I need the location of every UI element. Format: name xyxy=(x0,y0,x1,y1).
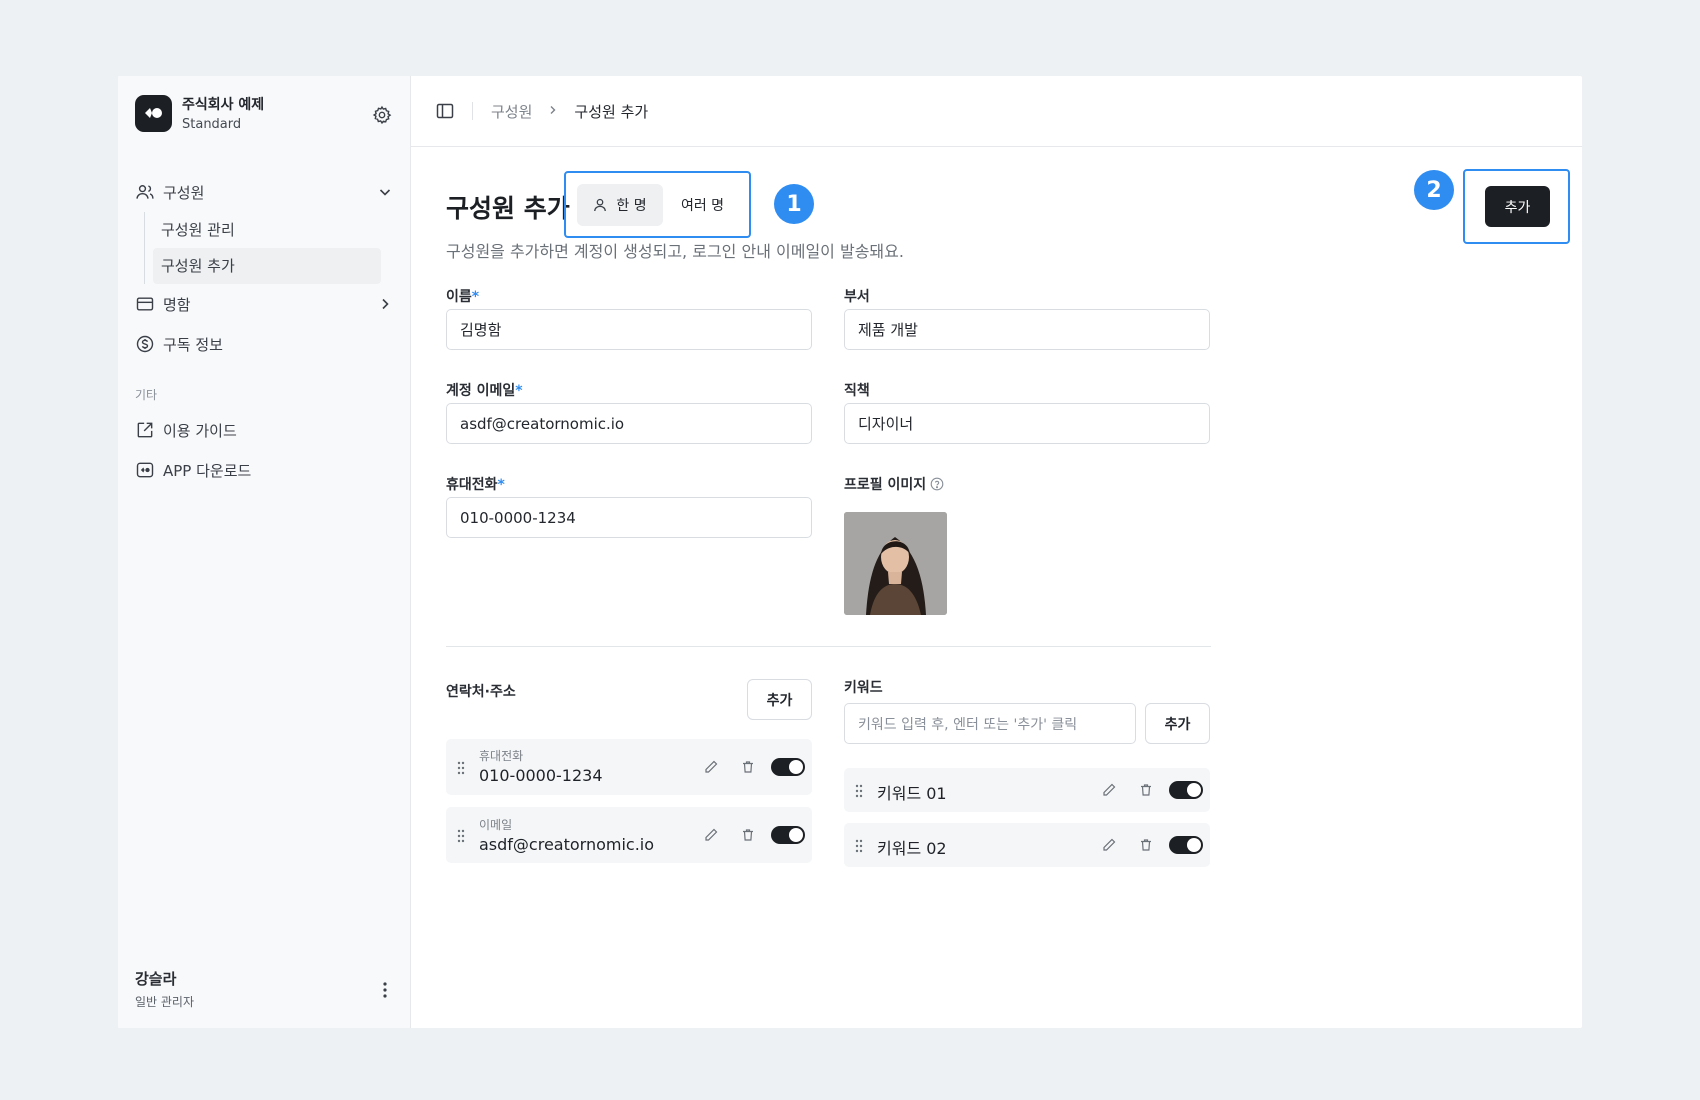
sidebar-item-label: APP 다운로드 xyxy=(163,461,252,480)
mode-toggle: 한 명 여러 명 xyxy=(577,184,742,226)
user-role: 일반 관리자 xyxy=(135,995,195,1009)
main-content: 구성원 구성원 추가 구성원 추가 한 명 여러 명 1 2 추가 구성원을 추… xyxy=(411,76,1582,1028)
annotation-badge-2: 2 xyxy=(1414,170,1454,210)
contact-item: 휴대전화 010-0000-1234 xyxy=(446,739,812,795)
keyword-item: 키워드 02 xyxy=(844,823,1210,867)
position-input[interactable]: 디자이너 xyxy=(844,403,1210,444)
help-icon[interactable] xyxy=(930,477,944,491)
trash-icon[interactable] xyxy=(1138,837,1154,853)
more-vertical-icon[interactable] xyxy=(383,982,387,998)
phone-input[interactable]: 010-0000-1234 xyxy=(446,497,812,538)
pencil-icon[interactable] xyxy=(703,759,719,775)
contact-type: 휴대전화 xyxy=(479,749,524,763)
department-input[interactable]: 제품 개발 xyxy=(844,309,1210,350)
sidebar-item-label: 구성원 xyxy=(163,183,205,202)
add-member-button[interactable]: 추가 xyxy=(1485,186,1550,227)
email-input[interactable]: asdf@creatornomic.io xyxy=(446,403,812,444)
chevron-right-icon xyxy=(377,296,393,312)
chevron-right-icon xyxy=(548,103,558,119)
sidebar-item-guide[interactable]: 이용 가이드 xyxy=(135,410,395,450)
sidebar: 주식회사 예제 Standard 구성원 구성원 관리 구성원 추가 명함 구독… xyxy=(118,76,411,1028)
add-button-highlight: 추가 xyxy=(1463,169,1570,244)
contact-value: asdf@creatornomic.io xyxy=(479,835,655,854)
keyword-visibility-toggle[interactable] xyxy=(1169,781,1203,799)
mode-multi-button[interactable]: 여러 명 xyxy=(663,184,742,226)
add-contact-button[interactable]: 추가 xyxy=(747,679,812,720)
department-label: 부서 xyxy=(844,289,870,305)
keyword-value: 키워드 02 xyxy=(877,839,947,858)
pencil-icon[interactable] xyxy=(703,827,719,843)
keywords-label: 키워드 xyxy=(844,680,883,696)
keyword-item: 키워드 01 xyxy=(844,768,1210,812)
photo-label: 프로필 이미지 xyxy=(844,474,944,494)
keyword-visibility-toggle[interactable] xyxy=(1169,836,1203,854)
company-name: 주식회사 예제 xyxy=(182,97,265,113)
company-logo-icon xyxy=(135,94,172,132)
keyword-value: 키워드 01 xyxy=(877,784,947,803)
annotation-badge-1: 1 xyxy=(774,184,814,224)
trash-icon[interactable] xyxy=(740,827,756,843)
members-subnav: 구성원 관리 구성원 추가 xyxy=(144,212,395,284)
sidebar-subitem-manage[interactable]: 구성원 관리 xyxy=(161,212,381,248)
contacts-label: 연락처·주소 xyxy=(446,684,516,700)
contact-visibility-toggle[interactable] xyxy=(771,826,805,844)
sidebar-item-label: 이용 가이드 xyxy=(163,421,237,440)
drag-handle-icon[interactable] xyxy=(855,783,863,798)
contact-type: 이메일 xyxy=(479,818,513,832)
sidebar-item-subscription[interactable]: 구독 정보 xyxy=(135,324,395,364)
app-window: 주식회사 예제 Standard 구성원 구성원 관리 구성원 추가 명함 구독… xyxy=(118,76,1582,1028)
sidebar-subitem-add[interactable]: 구성원 추가 xyxy=(153,248,381,284)
plan-name: Standard xyxy=(182,117,242,132)
position-label: 직책 xyxy=(844,383,870,399)
user-name: 강슬라 xyxy=(135,970,177,988)
name-label: 이름* xyxy=(446,289,480,305)
mode-single-button[interactable]: 한 명 xyxy=(577,184,663,226)
email-label: 계정 이메일* xyxy=(446,383,523,399)
drag-handle-icon[interactable] xyxy=(457,828,465,843)
sidebar-item-label: 구독 정보 xyxy=(163,335,223,354)
topbar: 구성원 구성원 추가 xyxy=(411,76,1582,147)
drag-handle-icon[interactable] xyxy=(855,838,863,853)
add-keyword-button[interactable]: 추가 xyxy=(1145,703,1210,744)
card-icon xyxy=(135,294,155,314)
users-icon xyxy=(135,182,155,202)
user-profile[interactable]: 강슬라 일반 관리자 xyxy=(135,968,194,1010)
breadcrumb-parent[interactable]: 구성원 xyxy=(491,101,532,122)
pencil-icon[interactable] xyxy=(1101,782,1117,798)
user-icon xyxy=(593,198,607,212)
breadcrumb-current: 구성원 추가 xyxy=(574,102,649,121)
app-icon xyxy=(135,460,155,480)
brand[interactable]: 주식회사 예제 Standard xyxy=(135,94,264,132)
divider xyxy=(472,102,473,120)
sidebar-section-label: 기타 xyxy=(135,388,158,402)
profile-photo[interactable] xyxy=(844,512,947,615)
page-title: 구성원 추가 xyxy=(446,194,570,223)
sidebar-item-label: 명함 xyxy=(163,295,191,314)
trash-icon[interactable] xyxy=(1138,782,1154,798)
sidebar-nav: 구성원 구성원 관리 구성원 추가 명함 구독 정보 기타 이용 가이드 APP… xyxy=(135,172,395,490)
pencil-icon[interactable] xyxy=(1101,837,1117,853)
section-divider xyxy=(446,646,1211,647)
sidebar-item-app-download[interactable]: APP 다운로드 xyxy=(135,450,395,490)
dollar-icon xyxy=(135,334,155,354)
sidebar-item-members[interactable]: 구성원 xyxy=(135,172,395,212)
contact-item: 이메일 asdf@creatornomic.io xyxy=(446,807,812,863)
drag-handle-icon[interactable] xyxy=(457,760,465,775)
page-description: 구성원을 추가하면 계정이 생성되고, 로그인 안내 이메일이 발송돼요. xyxy=(446,242,904,261)
external-link-icon xyxy=(135,420,155,440)
mode-single-label: 한 명 xyxy=(616,198,647,214)
contact-value: 010-0000-1234 xyxy=(479,766,603,785)
sidebar-toggle-icon[interactable] xyxy=(436,102,454,120)
phone-label: 휴대전화* xyxy=(446,477,505,493)
sidebar-item-cards[interactable]: 명함 xyxy=(135,284,395,324)
name-input[interactable]: 김명함 xyxy=(446,309,812,350)
trash-icon[interactable] xyxy=(740,759,756,775)
keyword-input[interactable]: 키워드 입력 후, 엔터 또는 '추가' 클릭 xyxy=(844,703,1136,744)
gear-icon[interactable] xyxy=(372,105,392,125)
contact-visibility-toggle[interactable] xyxy=(771,758,805,776)
mode-toggle-highlight: 한 명 여러 명 xyxy=(564,171,751,238)
breadcrumb: 구성원 구성원 추가 xyxy=(491,101,648,122)
chevron-down-icon xyxy=(377,184,393,200)
